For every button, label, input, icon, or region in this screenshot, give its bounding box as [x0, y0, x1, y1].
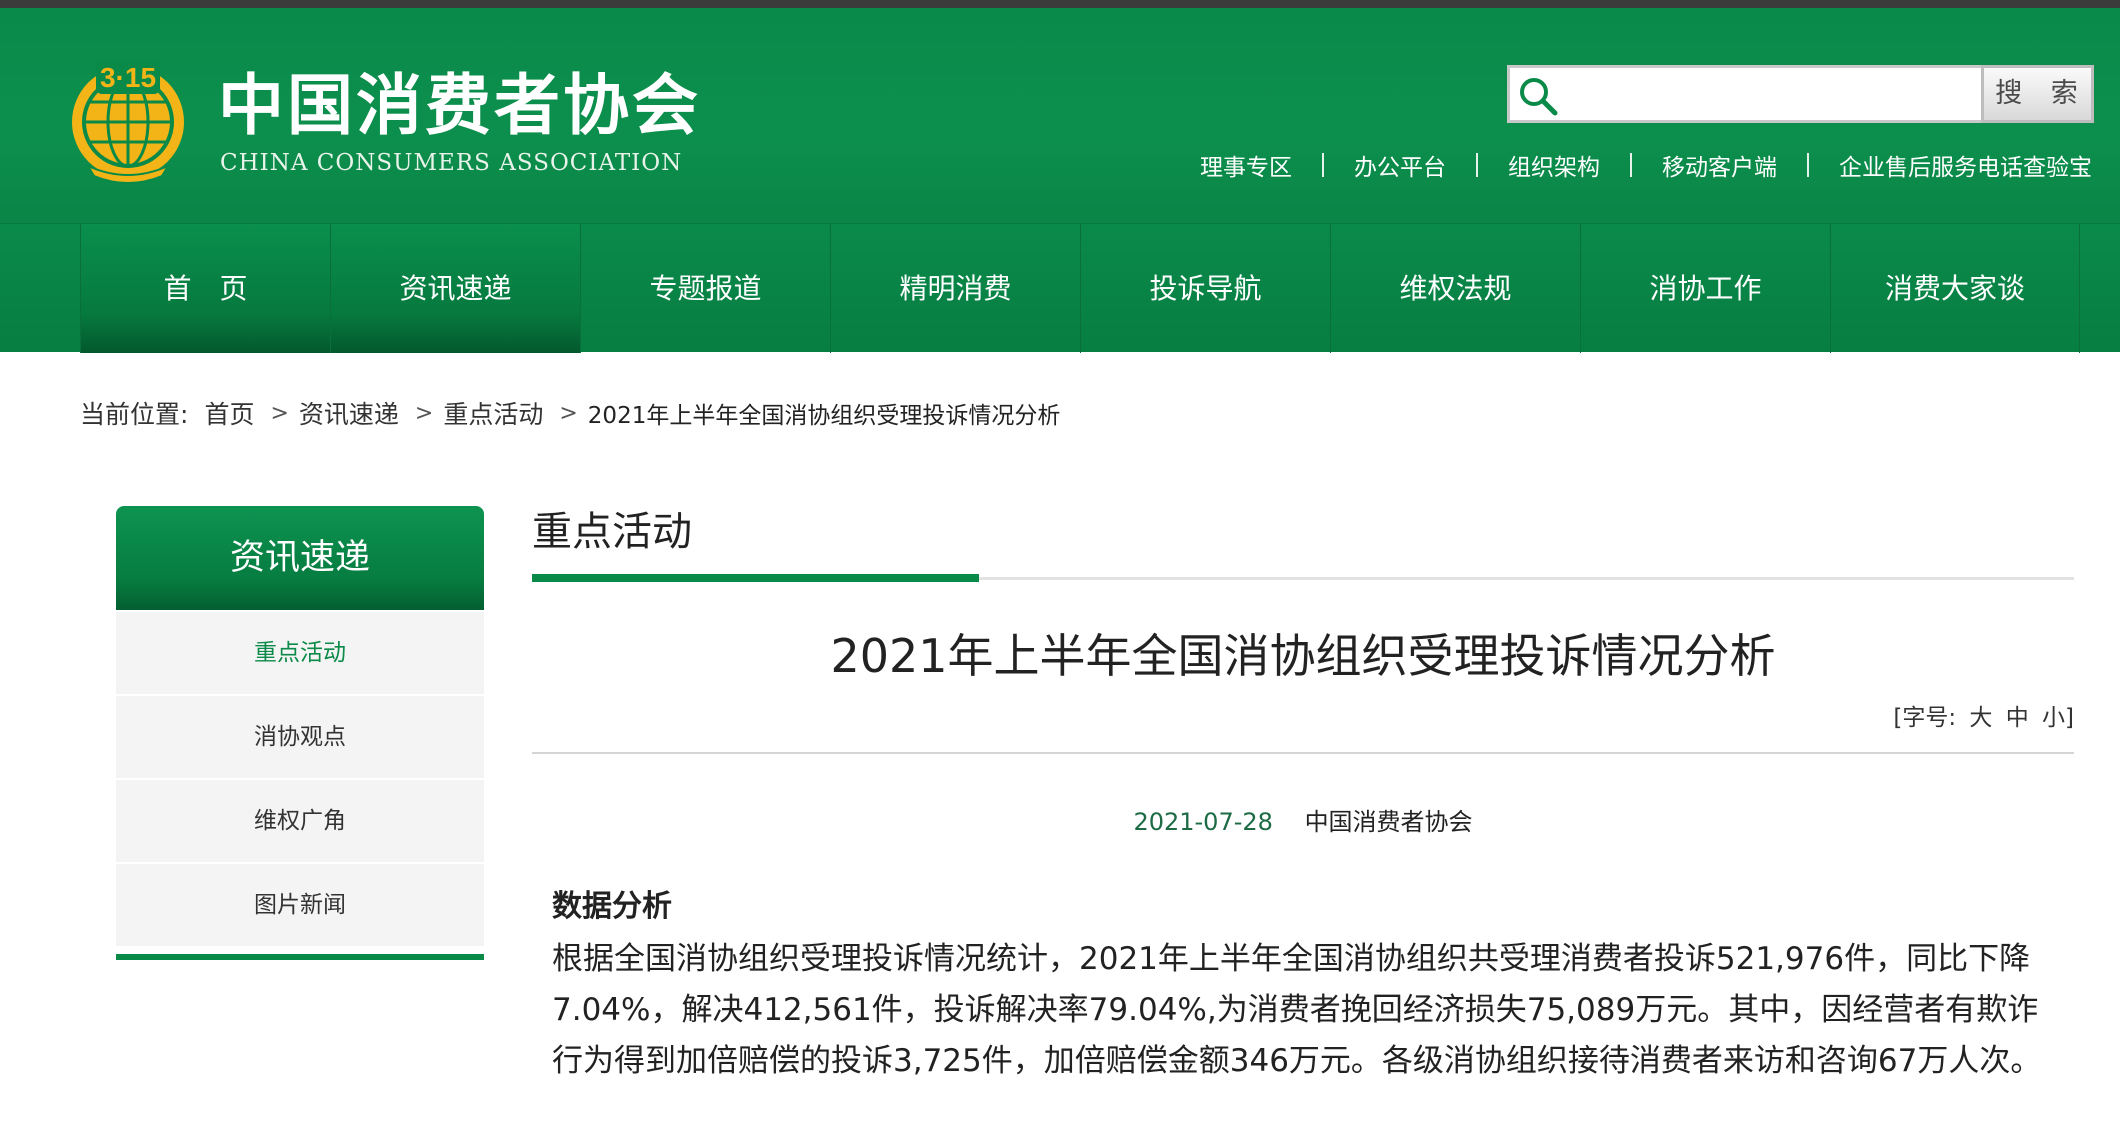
sidebar-item-rights-corner[interactable]: 维权广角 — [116, 780, 484, 862]
main-nav: 首 页 资讯速递 专题报道 精明消费 投诉导航 维权法规 消协工作 消费大家谈 — [0, 223, 2120, 353]
site-header: 3·15 中国消费者协会 CHINA CONSUMERS ASSOCIATION… — [0, 8, 2120, 223]
section-title: 重点活动 — [532, 509, 692, 555]
breadcrumb-current: 2021年上半年全国消协组织受理投诉情况分析 — [587, 403, 1061, 429]
top-border — [0, 0, 2120, 8]
article-body: 数据分析 根据全国消协组织受理投诉情况统计，2021年上半年全国消协组织共受理消… — [552, 886, 2052, 1087]
nav-smart-consumption[interactable]: 精明消费 — [830, 224, 1080, 353]
link-org-structure[interactable]: 组织架构 — [1508, 148, 1600, 182]
magnifier-icon — [1520, 78, 1558, 116]
link-council[interactable]: 理事专区 — [1200, 148, 1292, 182]
svg-text:3·15: 3·15 — [100, 62, 156, 93]
search-box — [1507, 65, 1981, 123]
link-separator — [1322, 153, 1324, 177]
article-date: 2021-07-28 — [1133, 808, 1273, 836]
sidebar-item-photo-news[interactable]: 图片新闻 — [116, 864, 484, 946]
nav-association-work[interactable]: 消协工作 — [1580, 224, 1830, 353]
globe-emblem-icon[interactable]: 3·15 — [66, 56, 190, 184]
font-size-label: [字号: — [1893, 705, 1957, 731]
nav-home[interactable]: 首 页 — [80, 224, 330, 353]
org-name-cn: 中国消费者协会 — [218, 67, 701, 144]
search-bar: 搜 索 — [1507, 65, 2094, 123]
nav-consumer-forum[interactable]: 消费大家谈 — [1830, 224, 2080, 353]
link-office[interactable]: 办公平台 — [1354, 148, 1446, 182]
font-size-control: [字号: 大 中 小] — [532, 698, 2074, 732]
breadcrumb-news[interactable]: 资讯速递 — [299, 395, 399, 431]
font-size-large[interactable]: 大 — [1969, 705, 1992, 731]
article-paragraph: 根据全国消协组织受理投诉情况统计，2021年上半年全国消协组织共受理消费者投诉5… — [552, 941, 2042, 1079]
link-separator — [1807, 153, 1809, 177]
search-input[interactable] — [1566, 68, 1976, 120]
article-source: 中国消费者协会 — [1304, 808, 1473, 836]
font-size-small[interactable]: 小] — [2042, 705, 2074, 731]
sidebar-title: 资讯速递 — [116, 506, 484, 610]
breadcrumb: 当前位置: 首页 > 资讯速递 > 重点活动 > 2021年上半年全国消协组织受… — [80, 393, 1060, 433]
link-separator — [1476, 153, 1478, 177]
link-service-hotline-check[interactable]: 企业售后服务电话查验宝 — [1839, 148, 2092, 182]
link-mobile-client[interactable]: 移动客户端 — [1662, 148, 1777, 182]
breadcrumb-separator: > — [270, 400, 289, 426]
article-title: 2021年上半年全国消协组织受理投诉情况分析 — [830, 629, 1776, 683]
article-subheading: 数据分析 — [552, 889, 672, 924]
breadcrumb-key-activities[interactable]: 重点活动 — [443, 395, 543, 431]
org-name-en: CHINA CONSUMERS ASSOCIATION — [220, 150, 683, 176]
font-size-medium[interactable]: 中 — [2006, 705, 2029, 731]
quick-links: 理事专区 办公平台 组织架构 移动客户端 企业售后服务电话查验宝 — [1200, 148, 2092, 182]
nav-complaint-guide[interactable]: 投诉导航 — [1080, 224, 1330, 353]
article-meta: 2021-07-28 中国消费者协会 — [532, 802, 2074, 837]
main-content: 重点活动 2021年上半年全国消协组织受理投诉情况分析 [字号: 大 中 小] … — [532, 500, 2074, 837]
sidebar-item-key-activities[interactable]: 重点活动 — [116, 612, 484, 694]
breadcrumb-separator: > — [414, 400, 434, 426]
breadcrumb-label: 当前位置: — [80, 400, 189, 429]
section-underline — [532, 574, 2074, 582]
nav-special-reports[interactable]: 专题报道 — [580, 224, 830, 353]
nav-news[interactable]: 资讯速递 — [330, 224, 580, 353]
search-button[interactable]: 搜 索 — [1981, 65, 2094, 123]
breadcrumb-separator: > — [559, 400, 578, 426]
breadcrumb-home[interactable]: 首页 — [204, 395, 254, 431]
sidebar-bottom-bar — [116, 954, 484, 960]
link-separator — [1630, 153, 1632, 177]
sidebar: 资讯速递 重点活动 消协观点 维权广角 图片新闻 — [116, 506, 484, 960]
nav-rights-laws[interactable]: 维权法规 — [1330, 224, 1580, 353]
sidebar-item-viewpoints[interactable]: 消协观点 — [116, 696, 484, 778]
title-divider — [532, 752, 2074, 754]
